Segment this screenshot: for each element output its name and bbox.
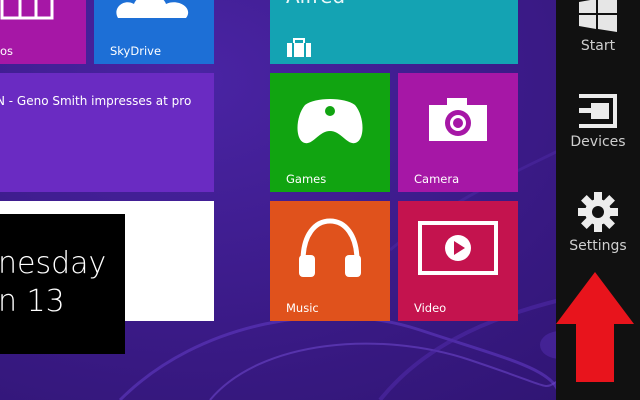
tile-skydrive[interactable]: SkyDrive [94,0,214,64]
tile-skydrive-label: SkyDrive [110,44,162,58]
news-headline: N - Geno Smith impresses at pro [0,94,192,108]
headphones-icon [299,218,361,277]
gear-icon [578,192,618,232]
tile-photos[interactable]: os [0,0,86,64]
tile-music-label: Music [286,301,319,315]
charm-devices-label: Devices [570,134,626,150]
tile-games-label: Games [286,172,327,186]
red-up-arrow-icon [556,272,634,382]
windows-logo-icon [579,0,617,32]
tile-music[interactable]: Music [270,201,390,321]
tile-camera[interactable]: Camera [398,73,518,192]
camera-icon [429,98,487,141]
tile-news[interactable]: N - Geno Smith impresses at pro · › [0,73,214,192]
charm-start-label: Start [580,38,616,54]
tile-photos-label: os [0,44,14,58]
charm-settings-label: Settings [569,238,627,254]
tile-games[interactable]: Games [270,73,390,192]
date-date: n 13 [0,284,65,319]
tile-camera-label: Camera [414,172,460,186]
tile-travel-title: Alfred [286,0,345,8]
charm-devices[interactable]: Devices [556,92,640,150]
video-icon [418,221,498,275]
photos-icon [0,0,54,20]
charm-settings[interactable]: Settings [556,190,640,254]
date-time-overlay: nesday n 13 [0,214,125,354]
tile-video[interactable]: Video [398,201,518,321]
tile-video-label: Video [414,301,447,315]
xbox-controller-icon [297,99,363,144]
devices-icon [579,94,617,128]
cloud-icon [116,0,188,18]
charm-start[interactable]: Start [556,0,640,54]
suitcase-icon [287,38,311,57]
tile-travel[interactable]: Alfred [270,0,518,64]
date-day: nesday [0,246,107,281]
